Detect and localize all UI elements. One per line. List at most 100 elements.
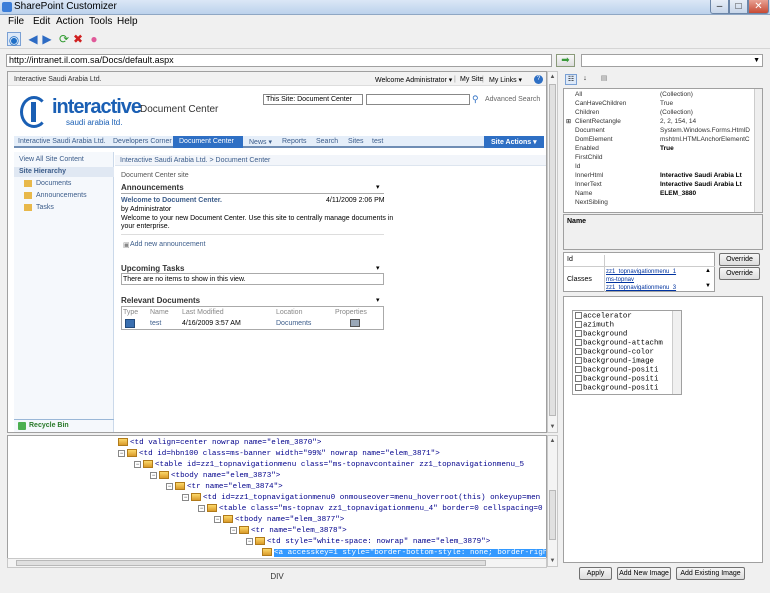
back-icon[interactable]: ◀ [26,32,40,46]
style-property-list[interactable]: accelerator azimuth background backgroun… [572,310,682,395]
browser-pane[interactable]: Interactive Saudi Arabia Ltd. Welcome Ad… [7,71,547,433]
expand-icon[interactable]: − [214,515,221,523]
tab-sites[interactable]: Sites [348,138,364,145]
prop-row[interactable]: InnerText Interactive Saudi Arabia Lt [564,181,762,189]
left-nav-documents[interactable]: Documents [36,180,71,187]
scroll-down-icon[interactable]: ▼ [548,422,557,432]
expand-icon[interactable]: − [134,460,141,468]
tab-reports[interactable]: Reports [282,138,307,145]
checkbox[interactable] [575,357,582,364]
checkbox[interactable] [575,375,582,382]
tree-node-selected[interactable]: <a accesskey=1 style="border-bottom-styl… [262,548,546,558]
scroll-down-icon[interactable]: ▼ [705,283,711,289]
site-actions-button[interactable]: Site Actions ▾ [491,138,537,146]
tree-node[interactable]: − <td style="white-space: nowrap" name="e… [246,537,490,547]
style-list-scrollbar[interactable] [672,311,681,394]
doc-name[interactable]: test [150,320,161,327]
left-nav-announcements[interactable]: Announcements [36,192,87,199]
prop-row[interactable]: NextSibling [564,199,762,207]
recycle-bin-link[interactable]: Recycle Bin [29,422,69,429]
color-wheel-icon[interactable]: ● [87,32,101,46]
class-item[interactable]: ms-topnav [606,276,634,284]
sp-mylinks[interactable]: My Links ▾ [489,76,522,84]
tree-node[interactable]: − <tbody name="elem_3873"> [150,471,280,481]
alphabetical-icon[interactable]: ↓ [579,74,591,85]
tree-node[interactable]: − <td id=hbn100 class=ms-banner width="99… [118,449,440,459]
expand-icon[interactable]: − [166,482,173,490]
sp-site-name[interactable]: Interactive Saudi Arabia Ltd. [14,76,102,83]
override-classes-button[interactable]: Override [719,267,760,280]
prop-row[interactable]: InnerHtml Interactive Saudi Arabia Lt [564,172,762,180]
dom-tree[interactable]: <td valign=center nowrap name="elem_3870… [7,435,547,567]
go-button[interactable]: ➡ [556,54,575,67]
add-new-image-button[interactable]: Add New Image [617,567,671,580]
menu-tools[interactable]: Tools [89,16,112,27]
announcement-title[interactable]: Welcome to Document Center. [121,197,222,204]
menu-edit[interactable]: Edit [33,16,50,27]
override-id-button[interactable]: Override [719,253,760,266]
class-item[interactable]: zz1_topnavigationmenu_3 [606,284,676,292]
expand-icon[interactable]: ⊞ [566,118,571,126]
class-item[interactable]: zz1_topnavigationmenu_1 [606,268,676,276]
chevron-down-icon[interactable]: ▾ [376,183,380,191]
categorized-icon[interactable]: ☷ [565,74,577,85]
prop-row[interactable]: Enabled True [564,145,762,153]
scroll-up-icon[interactable]: ▲ [548,436,557,446]
scroll-up-icon[interactable]: ▲ [705,268,711,274]
tree-node[interactable]: − <tr name="elem_3878"> [230,526,347,536]
scroll-down-icon[interactable]: ▼ [548,556,557,566]
prop-row[interactable]: Id [564,163,762,171]
checkbox[interactable] [575,330,582,337]
checkbox[interactable] [575,348,582,355]
menu-file[interactable]: File [8,16,24,27]
tab-news[interactable]: News ▾ [249,138,272,146]
checkbox[interactable] [575,384,582,391]
tree-hscrollbar[interactable] [7,558,547,568]
tab-search[interactable]: Search [316,138,338,145]
breadcrumb[interactable]: Interactive Saudi Arabia Ltd. > Document… [120,157,270,164]
tree-node[interactable]: − <tbody name="elem_3877"> [214,515,344,525]
chevron-down-icon[interactable]: ▾ [376,264,380,272]
doc-location[interactable]: Documents [276,320,311,327]
tree-vscrollbar[interactable]: ▲ ▼ [547,435,558,567]
expand-icon[interactable]: − [118,449,125,457]
menu-action[interactable]: Action [56,16,84,27]
close-button[interactable]: ✕ [748,0,769,14]
property-scrollbar[interactable] [754,89,762,212]
tree-node[interactable]: − <td id=zz1_topnavigationmenu0 onmouseov… [182,493,540,503]
apply-button[interactable]: Apply [579,567,612,580]
advanced-search-link[interactable]: Advanced Search [485,96,540,103]
tab-home[interactable]: Interactive Saudi Arabia Ltd. [18,138,106,145]
prop-row[interactable]: DomElement mshtml.HTMLAnchorElementClas [564,136,762,144]
checkbox[interactable] [575,312,582,319]
add-existing-image-button[interactable]: Add Existing Image [676,567,745,580]
minimize-button[interactable]: – [710,0,729,14]
style-item[interactable]: background-positi [575,384,658,393]
chevron-down-icon[interactable]: ▾ [376,296,380,304]
search-scope-select[interactable]: This Site: Document Center [263,94,363,105]
search-input[interactable] [366,94,470,105]
help-icon[interactable]: ? [534,75,543,84]
prop-row[interactable]: ⊞ ClientRectangle 2, 2, 154, 14 [564,118,762,126]
element-combo[interactable]: ▼ [581,54,763,67]
stop-icon[interactable]: ✖ [71,32,85,46]
tree-node[interactable]: − <tr name="elem_3874"> [166,482,283,492]
prop-row[interactable]: FirstChild [564,154,762,162]
scroll-thumb[interactable] [549,84,556,416]
sp-mysite[interactable]: My Site [460,76,483,83]
expand-icon[interactable]: − [150,471,157,479]
browse-icon[interactable]: ◉ [7,32,21,47]
tree-node[interactable]: − <table id=zz1_topnavigationmenu class="… [134,460,524,470]
tab-document-center[interactable]: Document Center [179,138,234,145]
scroll-up-icon[interactable]: ▲ [548,72,557,82]
prop-row[interactable]: CanHaveChildren True [564,100,762,108]
property-pages-icon[interactable]: ▤ [598,74,610,85]
prop-row[interactable]: Children (Collection) [564,109,762,117]
expand-icon[interactable]: − [182,493,189,501]
tree-node[interactable]: − <table class="ms-topnav zz1_topnavigati… [198,504,546,514]
view-all-content-link[interactable]: View All Site Content [19,156,84,163]
checkbox[interactable] [575,339,582,346]
properties-icon[interactable] [350,319,360,327]
checkbox[interactable] [575,366,582,373]
scroll-thumb[interactable] [16,560,486,566]
